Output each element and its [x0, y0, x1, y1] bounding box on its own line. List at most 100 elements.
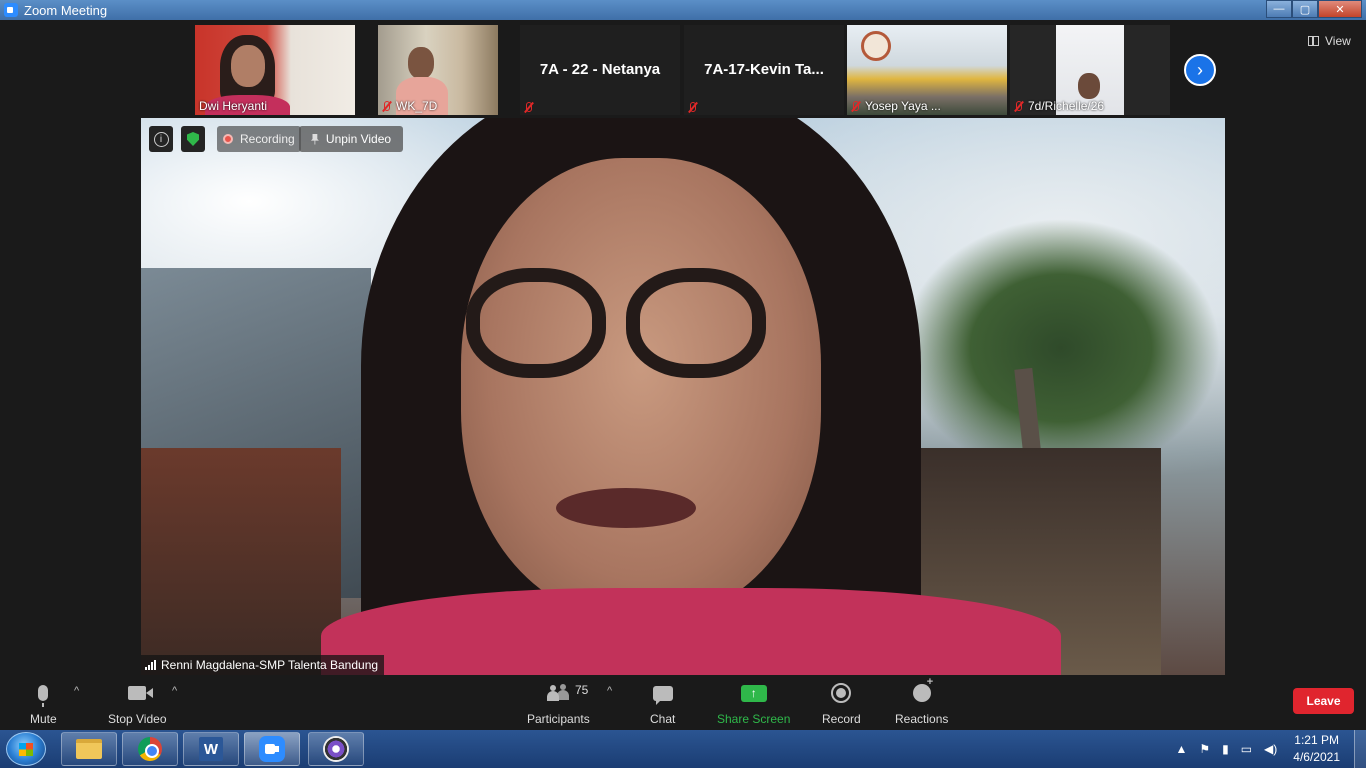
speaker-face — [461, 158, 821, 618]
chat-label: Chat — [650, 712, 676, 726]
view-button[interactable]: View — [1308, 34, 1351, 48]
muted-mic-icon — [524, 102, 533, 113]
participants-button[interactable]: 75 Participants — [527, 681, 590, 726]
participants-label: Participants — [527, 712, 590, 726]
participant-name-placeholder: 7A - 22 - Netanya — [539, 61, 661, 78]
meeting-info-button[interactable]: i — [149, 126, 173, 152]
record-label: Record — [822, 712, 861, 726]
folder-icon — [76, 739, 102, 759]
clock-time: 1:21 PM — [1294, 733, 1339, 747]
video-options-caret[interactable]: ^ — [172, 685, 177, 697]
shield-icon — [187, 132, 199, 146]
chat-bubble-icon — [652, 685, 673, 705]
chat-button[interactable]: Chat — [650, 681, 675, 726]
recording-indicator: Recording — [217, 126, 301, 152]
taskbar-word[interactable]: W — [183, 732, 239, 766]
participants-count: 75 — [575, 683, 589, 697]
stop-video-button[interactable]: Stop Video — [108, 681, 167, 726]
chevron-right-icon: › — [1197, 59, 1203, 80]
participant-name — [688, 102, 702, 113]
minimize-button[interactable]: — — [1266, 0, 1292, 18]
clock-date: 4/6/2021 — [1293, 750, 1340, 764]
window-controls: — ▢ ✕ — [1266, 0, 1362, 18]
microphone-icon — [38, 685, 49, 707]
participant-name: 7d/Richelle/26 — [1014, 99, 1104, 113]
participant-tile[interactable]: WK_7D — [378, 25, 498, 115]
media-player-icon — [323, 736, 349, 762]
zoom-app-icon — [4, 3, 18, 17]
leave-button[interactable]: Leave — [1293, 688, 1354, 714]
encryption-shield-button[interactable] — [181, 126, 205, 152]
mute-label: Mute — [30, 712, 57, 726]
pin-icon — [310, 133, 319, 145]
muted-mic-icon — [1014, 100, 1023, 112]
taskbar-explorer[interactable] — [61, 732, 117, 766]
speaker-glasses-right — [626, 268, 766, 378]
signal-strength-icon — [145, 660, 156, 670]
participant-tile[interactable]: 7d/Richelle/26 — [1010, 25, 1170, 115]
windows-logo-icon — [19, 743, 33, 756]
title-bar: Zoom Meeting — ▢ ✕ — [0, 0, 1366, 20]
speaker-glasses-left — [466, 268, 606, 378]
share-screen-icon: ↑ — [740, 684, 767, 702]
info-icon: i — [153, 131, 169, 147]
close-button[interactable]: ✕ — [1318, 0, 1362, 18]
speaker-shirt — [321, 588, 1061, 675]
participant-tile[interactable]: Dwi Heryanti — [195, 25, 355, 115]
maximize-button[interactable]: ▢ — [1292, 0, 1318, 18]
start-button[interactable] — [6, 732, 46, 766]
participant-name-placeholder: 7A-17-Kevin Ta... — [704, 61, 824, 78]
record-icon — [831, 683, 852, 703]
school-logo-icon — [861, 31, 891, 61]
clock[interactable]: 1:21 PM 4/6/2021 — [1293, 732, 1340, 766]
word-icon: W — [199, 737, 223, 761]
record-button[interactable]: Record — [822, 681, 861, 726]
share-screen-label: Share Screen — [717, 712, 791, 726]
taskbar-media[interactable] — [308, 732, 364, 766]
taskbar-zoom[interactable] — [244, 732, 300, 766]
mute-button[interactable]: Mute — [30, 681, 57, 726]
unpin-video-label: Unpin Video — [325, 132, 392, 146]
meeting-toolbar: Mute ^ Stop Video ^ 75 Participants ^ Ch… — [0, 675, 1366, 730]
participant-face — [408, 47, 434, 79]
taskbar-chrome[interactable] — [122, 732, 178, 766]
participant-face — [1078, 73, 1100, 99]
speaker-person — [321, 118, 1061, 675]
participant-name — [524, 102, 538, 113]
speaker-name: Renni Magdalena-SMP Talenta Bandung — [161, 658, 379, 672]
volume-icon[interactable]: ◀) — [1264, 742, 1277, 756]
participant-tile[interactable]: 7A-17-Kevin Ta... — [684, 25, 844, 115]
speaker-mouth — [556, 488, 696, 528]
unpin-video-button[interactable]: Unpin Video — [299, 126, 403, 152]
audio-options-caret[interactable]: ^ — [74, 685, 79, 697]
view-label: View — [1325, 34, 1351, 48]
network-icon[interactable]: ▭ — [1241, 742, 1252, 756]
share-screen-button[interactable]: ↑ Share Screen — [717, 681, 790, 726]
show-desktop-button[interactable] — [1354, 730, 1366, 768]
speaker-name-tag: Renni Magdalena-SMP Talenta Bandung — [141, 655, 385, 675]
participant-face — [231, 45, 265, 87]
show-hidden-icons-icon[interactable]: ▲ — [1175, 742, 1187, 756]
system-tray: ▲ ⚑ ▮ ▭ ◀) 1:21 PM 4/6/2021 — [1169, 730, 1366, 768]
action-center-flag-icon[interactable]: ⚑ — [1199, 742, 1210, 756]
video-camera-icon — [128, 686, 147, 700]
muted-mic-icon — [851, 100, 860, 112]
stop-video-label: Stop Video — [108, 712, 167, 726]
muted-mic-icon — [688, 102, 697, 113]
participant-name: WK_7D — [382, 99, 437, 113]
participant-tile[interactable]: 7A - 22 - Netanya — [520, 25, 680, 115]
next-page-button[interactable]: › — [1184, 54, 1216, 86]
chrome-icon — [138, 737, 162, 761]
zoom-icon — [259, 736, 285, 762]
windows-taskbar: W ▲ ⚑ ▮ ▭ ◀) 1:21 PM 4/6/2021 — [0, 730, 1366, 768]
main-speaker-video[interactable]: i Recording Unpin Video Renni Magdalena-… — [141, 118, 1225, 675]
device-icon[interactable]: ▮ — [1222, 742, 1229, 756]
reactions-button[interactable]: Reactions — [895, 676, 948, 726]
muted-mic-icon — [382, 100, 391, 112]
participants-options-caret[interactable]: ^ — [607, 685, 612, 697]
recording-label: Recording — [240, 132, 295, 146]
smiley-reaction-icon — [912, 676, 933, 702]
participant-tile[interactable]: Yosep Yaya ... — [847, 25, 1007, 115]
participant-name: Dwi Heryanti — [199, 99, 268, 113]
video-roof-tiles — [141, 448, 341, 675]
